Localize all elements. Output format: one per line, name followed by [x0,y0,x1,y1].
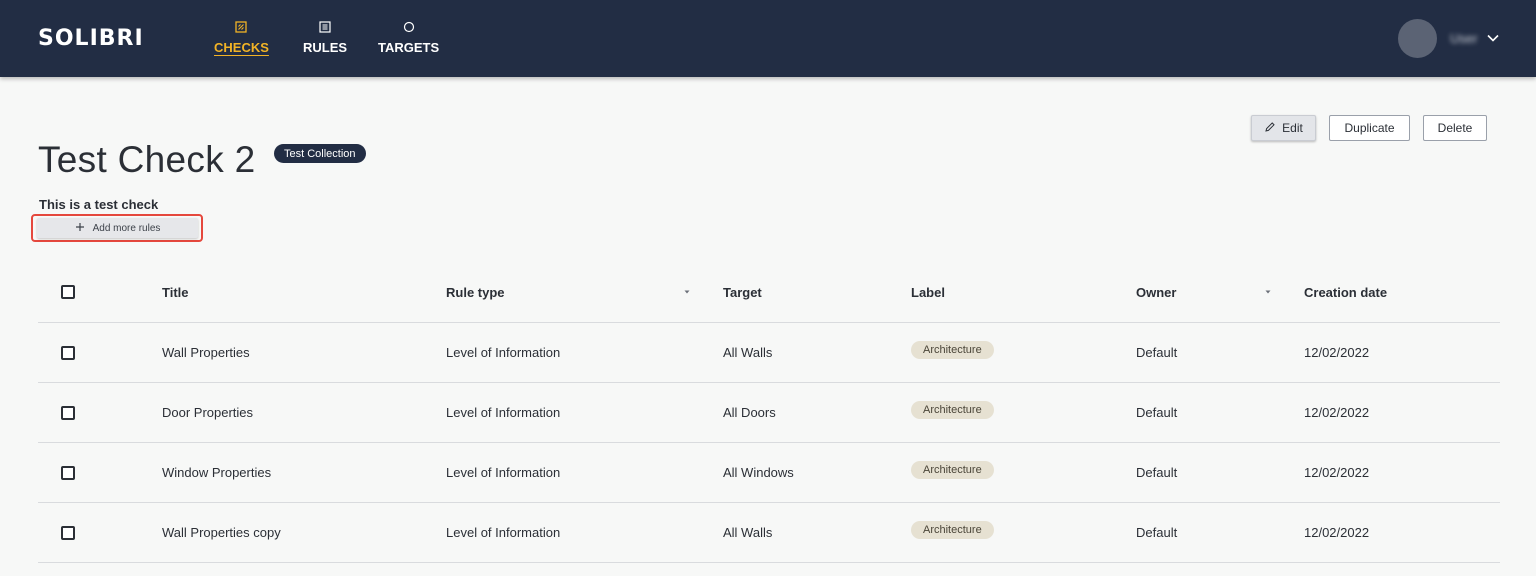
row-rule-type: Level of Information [446,405,561,420]
table-row[interactable]: Window Properties Level of Information A… [38,443,1500,503]
nav-tab-rules[interactable]: RULES [303,20,347,55]
select-all-cell [61,262,75,322]
row-label-cell: Architecture [911,503,994,562]
label-pill: Architecture [911,460,994,479]
row-rule-type: Level of Information [446,345,561,360]
row-target: All Windows [723,465,794,480]
row-creation-date: 12/02/2022 [1304,345,1370,360]
rules-icon [319,20,331,34]
table-row[interactable]: Wall Properties Level of Information All… [38,323,1500,383]
rules-table: Title Rule type Target Label Owner Creat… [38,262,1500,563]
row-owner: Default [1136,405,1178,420]
duplicate-button[interactable]: Duplicate [1329,115,1410,141]
nav-tab-targets[interactable]: TARGETS [378,20,439,55]
row-target: All Walls [723,345,773,360]
column-header-creation-date[interactable]: Creation date [1304,262,1387,322]
nav-tab-rules-label: RULES [303,40,348,55]
row-label-cell: Architecture [911,443,994,502]
label-pill: Architecture [911,400,994,419]
checks-icon [235,20,248,34]
delete-button-label: Delete [1437,121,1473,135]
add-more-rules-button[interactable]: Add more rules [37,218,198,238]
row-checkbox-cell [61,443,75,502]
column-header-owner[interactable]: Owner [1136,262,1176,322]
top-navigation-bar: SOLIBRI CHECKS RULES TARGETS User [0,0,1536,77]
nav-tab-targets-label: TARGETS [378,40,440,55]
column-header-title[interactable]: Title [162,262,189,322]
row-title: Wall Properties [162,345,250,360]
add-more-rules-label: Add more rules [92,222,161,234]
row-creation-date: 12/02/2022 [1304,465,1370,480]
row-owner: Default [1136,525,1178,540]
column-header-label[interactable]: Label [911,262,945,322]
label-pill: Architecture [911,520,994,539]
row-title: Wall Properties copy [162,525,281,540]
row-rule-type: Level of Information [446,525,561,540]
table-header-row: Title Rule type Target Label Owner Creat… [38,262,1500,323]
nav-tab-checks-label: CHECKS [214,40,269,55]
table-row[interactable]: Wall Properties copy Level of Informatio… [38,503,1500,563]
rule-type-sort-icon[interactable] [683,262,691,322]
column-header-target[interactable]: Target [723,262,762,322]
row-target: All Doors [723,405,776,420]
row-checkbox-cell [61,383,75,442]
user-name[interactable]: User [1450,31,1477,46]
owner-sort-icon[interactable] [1264,262,1272,322]
targets-icon [403,20,415,34]
page-title: Test Check 2 [38,139,256,180]
column-header-rule-type[interactable]: Rule type [446,262,505,322]
duplicate-button-label: Duplicate [1344,121,1395,135]
label-pill: Architecture [911,340,994,359]
avatar[interactable] [1398,19,1437,58]
row-label-cell: Architecture [911,323,994,382]
row-creation-date: 12/02/2022 [1304,405,1370,420]
check-description: This is a test check [39,197,159,212]
solibri-logo[interactable]: SOLIBRI [38,26,144,51]
table-row[interactable]: Door Properties Level of Information All… [38,383,1500,443]
row-checkbox-cell [61,323,75,382]
plus-icon [75,222,85,235]
row-target: All Walls [723,525,773,540]
collection-badge: Test Collection [274,144,366,163]
row-label-cell: Architecture [911,383,994,442]
row-checkbox-cell [61,503,75,562]
row-owner: Default [1136,345,1178,360]
row-owner: Default [1136,465,1178,480]
row-rule-type: Level of Information [446,465,561,480]
nav-tab-checks[interactable]: CHECKS [214,20,269,55]
row-checkbox[interactable] [61,405,75,420]
row-checkbox[interactable] [61,465,75,480]
row-title: Door Properties [162,405,254,420]
delete-button[interactable]: Delete [1423,115,1487,141]
row-title: Window Properties [162,465,272,480]
row-checkbox[interactable] [61,345,75,360]
edit-button-label: Edit [1282,121,1303,135]
row-checkbox[interactable] [61,525,75,540]
edit-button[interactable]: Edit [1251,115,1316,141]
row-creation-date: 12/02/2022 [1304,525,1370,540]
pencil-icon [1264,121,1276,136]
select-all-checkbox[interactable] [61,285,75,299]
chevron-down-icon[interactable] [1486,31,1500,50]
